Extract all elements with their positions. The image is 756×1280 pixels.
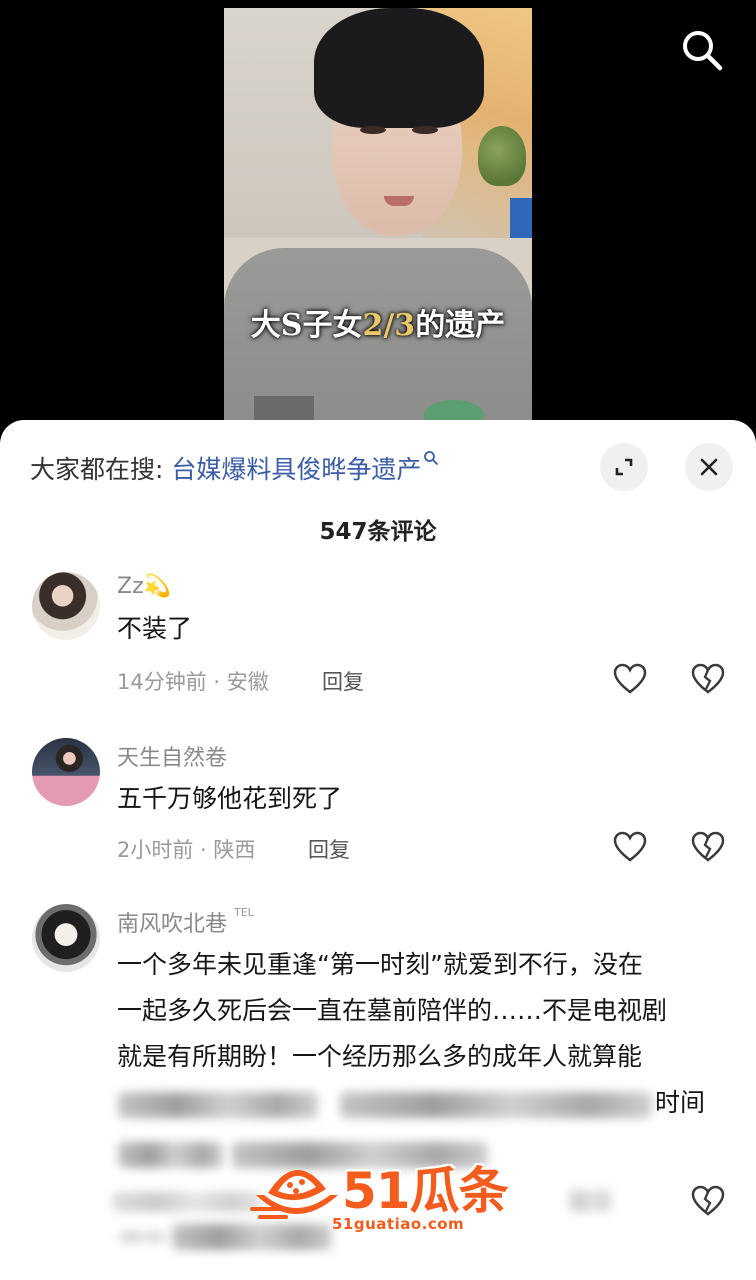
video-frame[interactable]: 大S子女2/3的遗产 <box>224 8 532 428</box>
dislike-button[interactable] <box>690 662 726 696</box>
search-suggestion-link[interactable]: 台媒爆料具俊晔争遗产 <box>171 451 439 484</box>
comment-meta: 2小时前 · 陕西 <box>117 838 256 862</box>
comment-username-text[interactable]: 南风吹北巷 <box>117 912 227 937</box>
small-search-icon <box>424 451 439 465</box>
comment-item: 天生自然卷 五千万够他花到死了 2小时前 · 陕西 回复 <box>0 736 756 866</box>
search-suggestion-link-text: 台媒爆料具俊晔争遗产 <box>171 455 422 484</box>
comment-username[interactable]: Zz💫 <box>117 574 171 599</box>
comment-text-line: 一起多久死后会一直在墓前陪伴的……不是电视剧 <box>117 996 668 1025</box>
watermark-melon-icon <box>250 1169 338 1219</box>
comment-username: 南风吹北巷 TEL <box>117 906 254 938</box>
heart-icon <box>613 663 647 694</box>
dislike-button[interactable] <box>690 1184 726 1218</box>
comment-text-line: 一个多年未见重逢“第一时刻”就爱到不行，没在 <box>117 950 643 979</box>
broken-heart-icon <box>691 1185 725 1216</box>
comment-meta: 14分钟前 · 安徽 <box>117 670 269 694</box>
video-player[interactable]: 大S子女2/3的遗产 <box>0 0 756 430</box>
search-button[interactable] <box>678 26 726 74</box>
close-icon <box>700 458 718 476</box>
blurred-text <box>118 1232 166 1242</box>
caption-text-2: 的遗产 <box>415 308 506 343</box>
avatar[interactable] <box>32 572 100 640</box>
comment-time: 2小时前 <box>117 838 194 862</box>
search-suggestion: 大家都在搜: 台媒爆料具俊晔争遗产 <box>30 450 439 486</box>
like-button[interactable] <box>612 830 648 864</box>
broken-heart-icon <box>691 831 725 862</box>
blurred-like <box>568 1190 612 1212</box>
blurred-meta <box>112 1192 262 1212</box>
video-person-eye-left <box>360 126 386 134</box>
comment-username[interactable]: 天生自然卷 <box>117 740 227 772</box>
video-shirt-print <box>254 396 314 420</box>
comment-item: Zz💫 不装了 14分钟前 · 安徽 回复 <box>0 570 756 700</box>
avatar[interactable] <box>32 738 100 806</box>
avatar[interactable] <box>32 904 100 972</box>
user-badge: TEL <box>234 906 254 919</box>
comment-time: 14分钟前 <box>117 670 207 694</box>
broken-heart-icon <box>691 663 725 694</box>
watermark-url: 51guatiao.com <box>332 1215 465 1233</box>
caption-text-1: 大S子女 <box>250 308 363 343</box>
close-button[interactable] <box>685 443 733 491</box>
comment-text-line: 就是有所期盼！一个经历那么多的成年人就算能 <box>117 1042 643 1071</box>
comment-text-tail: 时间 <box>655 1088 706 1117</box>
search-icon <box>683 31 723 71</box>
blurred-text <box>118 1142 223 1168</box>
heart-icon <box>613 831 647 862</box>
blurred-text <box>340 1092 652 1118</box>
caption-highlight: 2/3 <box>362 308 416 343</box>
video-caption: 大S子女2/3的遗产 <box>224 300 532 344</box>
watermark-logo: 51瓜条 51guatiao.com <box>250 1155 512 1243</box>
video-person-hair <box>314 8 484 128</box>
expand-button[interactable] <box>600 443 648 491</box>
video-person-eye-right <box>412 126 438 134</box>
comment-text: 五千万够他花到死了 <box>117 784 343 813</box>
comment-location: 陕西 <box>213 838 256 862</box>
dislike-button[interactable] <box>690 830 726 864</box>
reply-button[interactable]: 回复 <box>308 834 350 864</box>
comment-count: 547条评论 <box>319 519 437 545</box>
blurred-text <box>118 1092 318 1118</box>
search-suggestion-label: 大家都在搜: <box>30 455 164 484</box>
comment-location: 安徽 <box>226 670 269 694</box>
video-plant <box>478 126 526 186</box>
expand-icon <box>615 458 633 476</box>
reply-button[interactable]: 回复 <box>322 666 364 696</box>
like-button[interactable] <box>612 662 648 696</box>
comment-text: 不装了 <box>117 614 193 643</box>
watermark-brand: 51瓜条 <box>342 1162 509 1220</box>
